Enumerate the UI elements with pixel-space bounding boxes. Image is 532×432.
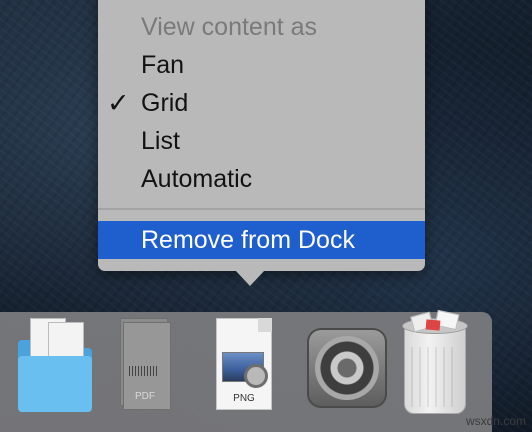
menu-item-list[interactable]: List — [98, 122, 425, 160]
menu-item-remove-from-dock[interactable]: Remove from Dock — [98, 221, 425, 259]
trash-can — [404, 326, 466, 414]
magnifier-icon — [244, 364, 268, 388]
menu-item-label: Fan — [141, 51, 185, 79]
menu-item-label: List — [141, 127, 180, 155]
menu-item-grid[interactable]: ✓ Grid — [98, 84, 425, 122]
folder-icon[interactable] — [14, 318, 96, 414]
menu-header: View content as — [141, 13, 318, 41]
menu-separator — [98, 208, 425, 210]
menu-item-label: Grid — [141, 89, 189, 117]
trash-icon[interactable] — [402, 309, 468, 414]
png-label: PNG — [233, 393, 255, 404]
folder-front — [18, 356, 92, 412]
pdf-label: PDF — [135, 391, 155, 402]
gear-icon — [315, 336, 379, 400]
page-fold — [258, 318, 272, 332]
menu-item-automatic[interactable]: Automatic — [98, 160, 425, 198]
checkmark-icon: ✓ — [107, 88, 130, 118]
trash-paper — [425, 319, 441, 331]
pdf-document-icon[interactable]: PDF — [120, 318, 171, 410]
menu-item-label: Remove from Dock — [141, 226, 355, 254]
context-menu: View content as Fan ✓ Grid List Automati… — [98, 0, 425, 286]
menu-item-fan[interactable]: Fan — [98, 46, 425, 84]
system-preferences-icon[interactable] — [307, 328, 387, 408]
trash-ribs — [411, 347, 459, 407]
png-document-icon[interactable]: PNG — [216, 318, 272, 410]
menu-item-label: Automatic — [141, 165, 253, 193]
watermark: wsxdn.com — [465, 414, 526, 428]
menu-pointer-arrow — [235, 270, 265, 286]
barcode — [129, 366, 157, 376]
